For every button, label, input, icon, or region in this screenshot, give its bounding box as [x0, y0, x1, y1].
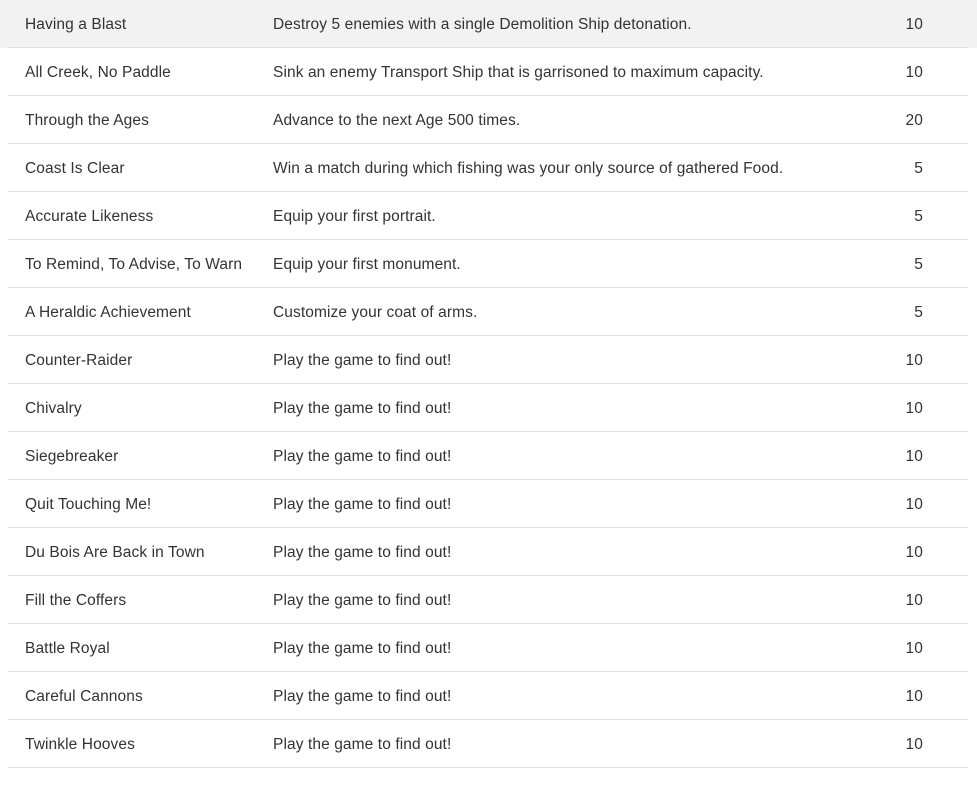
achievement-row-content: Quit Touching Me! Play the game to find o… — [8, 480, 968, 528]
achievement-points: 5 — [914, 207, 923, 225]
achievement-row[interactable]: Twinkle Hooves Play the game to find out!… — [0, 720, 977, 768]
achievement-title: Accurate Likeness — [25, 207, 154, 225]
achievement-row-content: Du Bois Are Back in Town Play the game to… — [8, 528, 968, 576]
achievement-row[interactable]: Through the Ages Advance to the next Age … — [0, 96, 977, 144]
achievement-title: To Remind, To Advise, To Warn — [25, 255, 243, 273]
achievement-description: Play the game to find out! — [273, 495, 452, 513]
achievement-description: Play the game to find out! — [273, 543, 452, 561]
achievement-description: Sink an enemy Transport Ship that is gar… — [273, 63, 764, 81]
achievement-row-content: Through the Ages Advance to the next Age … — [8, 96, 968, 144]
achievement-points: 10 — [905, 447, 923, 465]
achievement-title: All Creek, No Paddle — [25, 63, 171, 81]
achievement-row[interactable]: Coast Is Clear Win a match during which f… — [0, 144, 977, 192]
achievement-description: Win a match during which fishing was you… — [273, 159, 784, 177]
achievement-title: Du Bois Are Back in Town — [25, 543, 205, 561]
achievement-description: Play the game to find out! — [273, 639, 452, 657]
achievement-description: Destroy 5 enemies with a single Demoliti… — [273, 15, 692, 33]
achievement-points: 10 — [905, 63, 923, 81]
achievement-description: Play the game to find out! — [273, 591, 452, 609]
achievement-description: Play the game to find out! — [273, 447, 452, 465]
achievement-title: Twinkle Hooves — [25, 735, 135, 753]
achievement-description: Play the game to find out! — [273, 351, 452, 369]
achievement-description: Equip your first monument. — [273, 255, 461, 273]
achievement-points: 20 — [905, 111, 923, 129]
achievement-row[interactable]: Fill the Coffers Play the game to find ou… — [0, 576, 977, 624]
achievement-row-content: Accurate Likeness Equip your first portra… — [8, 192, 968, 240]
achievement-row[interactable]: Chivalry Play the game to find out! 10 — [0, 384, 977, 432]
achievement-title: Chivalry — [25, 399, 82, 417]
achievement-row[interactable]: Siegebreaker Play the game to find out! 10 — [0, 432, 977, 480]
achievement-points: 5 — [914, 303, 923, 321]
achievement-row-content: Siegebreaker Play the game to find out! 10 — [8, 432, 968, 480]
achievement-row-content: Counter-Raider Play the game to find out!… — [8, 336, 968, 384]
achievement-row-content: Having a Blast Destroy 5 enemies with a s… — [8, 0, 968, 48]
achievement-row[interactable]: Counter-Raider Play the game to find out!… — [0, 336, 977, 384]
achievement-row[interactable]: Careful Cannons Play the game to find out… — [0, 672, 977, 720]
achievement-description: Play the game to find out! — [273, 735, 452, 753]
achievement-description: Play the game to find out! — [273, 399, 452, 417]
achievement-row-content: Twinkle Hooves Play the game to find out!… — [8, 720, 968, 768]
achievement-row-content: Fill the Coffers Play the game to find ou… — [8, 576, 968, 624]
achievement-points: 10 — [905, 399, 923, 417]
achievement-title: Siegebreaker — [25, 447, 119, 465]
achievement-title: Counter-Raider — [25, 351, 133, 369]
achievement-title: Battle Royal — [25, 639, 110, 657]
achievement-row[interactable]: Quit Touching Me! Play the game to find o… — [0, 480, 977, 528]
achievement-row-content: Battle Royal Play the game to find out! 10 — [8, 624, 968, 672]
achievement-description: Equip your first portrait. — [273, 207, 436, 225]
achievement-points: 10 — [905, 15, 923, 33]
achievements-panel: Having a Blast Destroy 5 enemies with a s… — [0, 0, 977, 800]
achievement-description: Customize your coat of arms. — [273, 303, 478, 321]
achievement-row[interactable]: Having a Blast Destroy 5 enemies with a s… — [0, 0, 977, 48]
achievement-title: Through the Ages — [25, 111, 149, 129]
achievement-points: 5 — [914, 159, 923, 177]
achievement-row-content: Chivalry Play the game to find out! 10 — [8, 384, 968, 432]
achievement-row-content: Careful Cannons Play the game to find out… — [8, 672, 968, 720]
achievement-row-content: All Creek, No Paddle Sink an enemy Transp… — [8, 48, 968, 96]
achievement-row[interactable]: To Remind, To Advise, To Warn Equip your … — [0, 240, 977, 288]
achievement-row[interactable]: Du Bois Are Back in Town Play the game to… — [0, 528, 977, 576]
achievement-points: 10 — [905, 735, 923, 753]
achievement-points: 10 — [905, 543, 923, 561]
achievements-table: Having a Blast Destroy 5 enemies with a s… — [0, 0, 977, 768]
achievement-points: 10 — [905, 687, 923, 705]
achievement-points: 10 — [905, 495, 923, 513]
achievement-row[interactable]: Accurate Likeness Equip your first portra… — [0, 192, 977, 240]
achievement-row-content: To Remind, To Advise, To Warn Equip your … — [8, 240, 968, 288]
achievement-title: Coast Is Clear — [25, 159, 125, 177]
achievement-title: A Heraldic Achievement — [25, 303, 191, 321]
achievement-row[interactable]: All Creek, No Paddle Sink an enemy Transp… — [0, 48, 977, 96]
achievement-points: 10 — [905, 591, 923, 609]
achievement-points: 10 — [905, 639, 923, 657]
achievement-row[interactable]: Battle Royal Play the game to find out! 10 — [0, 624, 977, 672]
achievement-title: Quit Touching Me! — [25, 495, 152, 513]
achievement-row-content: Coast Is Clear Win a match during which f… — [8, 144, 968, 192]
achievement-title: Having a Blast — [25, 15, 127, 33]
achievement-points: 5 — [914, 255, 923, 273]
achievement-title: Careful Cannons — [25, 687, 143, 705]
achievement-row[interactable]: A Heraldic Achievement Customize your coa… — [0, 288, 977, 336]
achievement-title: Fill the Coffers — [25, 591, 127, 609]
achievement-description: Advance to the next Age 500 times. — [273, 111, 521, 129]
achievement-row-content: A Heraldic Achievement Customize your coa… — [8, 288, 968, 336]
achievement-points: 10 — [905, 351, 923, 369]
achievement-description: Play the game to find out! — [273, 687, 452, 705]
